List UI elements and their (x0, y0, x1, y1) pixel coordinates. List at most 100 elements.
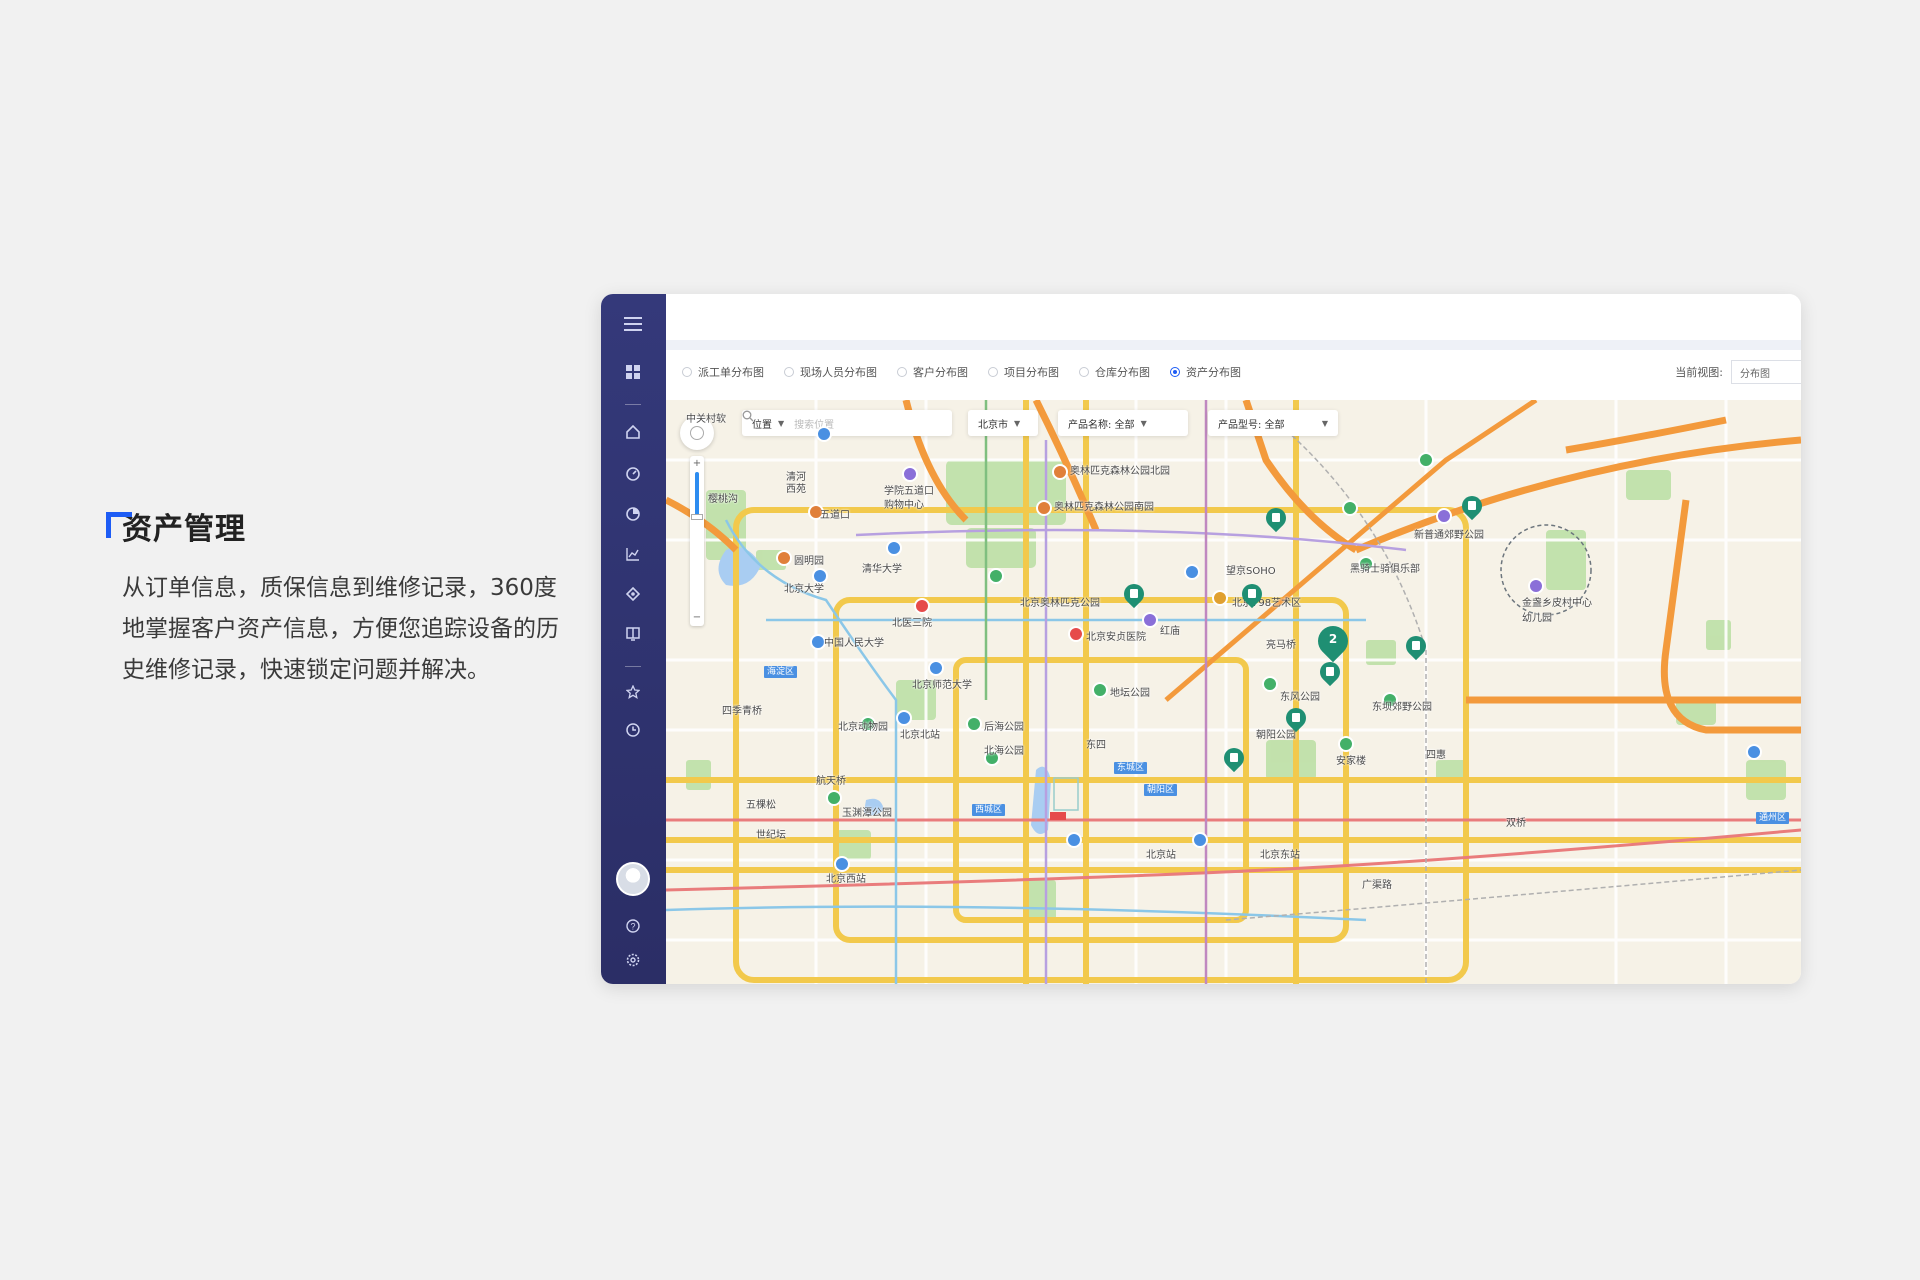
current-view-select[interactable]: 分布图 (1731, 360, 1801, 384)
metro-station-icon[interactable] (816, 426, 832, 442)
chevron-down-icon: ▼ (1321, 418, 1328, 428)
park-icon[interactable] (1342, 500, 1358, 516)
map-label: 圆明园 (794, 556, 824, 567)
map-label: 北京师范大学 (912, 680, 972, 691)
help-icon[interactable]: ? (619, 912, 647, 940)
location-search: 位置 ▼ 搜索位置 (742, 410, 952, 436)
map-view[interactable]: + − 位置 ▼ 搜索位置 北京市 ▼ 产品名称: 全部 ▼ 产品型号: 全部 … (666, 400, 1801, 984)
asset-pin[interactable] (1401, 631, 1431, 662)
radio-icon (988, 367, 998, 377)
park-icon[interactable] (826, 790, 842, 806)
map-zoom-control: + − (680, 416, 714, 626)
menu-icon[interactable] (619, 310, 647, 338)
location-search-input[interactable]: 搜索位置 (794, 416, 942, 431)
map-label: 北京安贞医院 (1086, 632, 1146, 643)
asset-pin[interactable] (1281, 703, 1311, 734)
asset-pin[interactable] (1219, 743, 1249, 774)
school-icon[interactable] (886, 540, 902, 556)
map-label: 航天桥 (816, 776, 846, 787)
zoom-in-icon[interactable]: + (690, 458, 704, 470)
park-icon[interactable] (1052, 464, 1068, 480)
book-icon[interactable] (619, 620, 647, 648)
map-label: 望京SOHO (1226, 566, 1276, 577)
park-icon[interactable] (1418, 452, 1434, 468)
tab-customer-map[interactable]: 客户分布图 (897, 364, 968, 380)
tab-staff-map[interactable]: 现场人员分布图 (784, 364, 877, 380)
product-model-select[interactable]: 产品型号: 全部 ▼ (1208, 410, 1338, 436)
map-canvas (666, 400, 1801, 984)
mall-icon[interactable] (1142, 612, 1158, 628)
avatar[interactable] (616, 862, 650, 896)
scenic-icon[interactable] (776, 550, 792, 566)
location-filter-label[interactable]: 位置 (752, 416, 772, 431)
park-icon[interactable] (1338, 736, 1354, 752)
zoom-out-icon[interactable]: − (690, 612, 704, 624)
product-model-value: 产品型号: 全部 (1218, 419, 1285, 431)
search-icon[interactable] (742, 410, 754, 422)
map-label: 清华大学 (862, 564, 902, 575)
asset-pin[interactable] (1119, 579, 1149, 610)
tab-label: 资产分布图 (1186, 366, 1241, 379)
asset-cluster[interactable]: 2 (1311, 619, 1355, 663)
asset-pin[interactable] (1237, 579, 1267, 610)
line-chart-icon[interactable] (619, 540, 647, 568)
feature-intro: 资产管理 从订单信息，质保信息到维修记录，360度地掌握客户资产信息，方便您追踪… (106, 508, 566, 691)
clock-icon[interactable] (619, 716, 647, 744)
zoom-handle[interactable] (691, 514, 703, 520)
metro-station-icon[interactable] (1184, 564, 1200, 580)
star-icon[interactable] (619, 678, 647, 706)
map-label: 北京西站 (826, 874, 866, 885)
map-label: 黑骑士骑俱乐部 (1350, 564, 1420, 575)
tab-dispatch-map[interactable]: 派工单分布图 (682, 364, 764, 380)
tab-project-map[interactable]: 项目分布图 (988, 364, 1059, 380)
hospital-icon[interactable] (1068, 626, 1084, 642)
apps-icon[interactable] (619, 358, 647, 386)
metro-station-icon[interactable] (1066, 832, 1082, 848)
product-name-select[interactable]: 产品名称: 全部 ▼ (1058, 410, 1188, 436)
asset-pin[interactable] (1457, 491, 1487, 522)
zoom-level-fill (695, 472, 699, 518)
map-label: 红庙 (1160, 626, 1180, 637)
settings-icon[interactable] (619, 946, 647, 974)
mall-icon[interactable] (1436, 508, 1452, 524)
radio-icon (682, 367, 692, 377)
pie-chart-icon[interactable] (619, 500, 647, 528)
map-label: 购物中心 (884, 500, 924, 511)
hospital-icon[interactable] (914, 598, 930, 614)
metro-station-icon[interactable] (896, 710, 912, 726)
map-label: 北京北站 (900, 730, 940, 741)
art-district-icon[interactable] (1212, 590, 1228, 606)
map-label: 清河 (786, 472, 806, 483)
title-corner-mark (106, 512, 132, 538)
radio-selected-icon (1170, 367, 1180, 377)
park-icon[interactable] (1262, 676, 1278, 692)
map-label: 北医三院 (892, 618, 932, 629)
map-label: 北京站 (1146, 850, 1176, 861)
zoom-slider[interactable]: + − (690, 456, 704, 626)
mall-icon[interactable] (902, 466, 918, 482)
asset-pin[interactable] (1315, 657, 1345, 688)
park-icon[interactable] (1036, 500, 1052, 516)
location-icon[interactable] (619, 580, 647, 608)
chevron-down-icon: ▼ (1140, 418, 1147, 428)
school-icon[interactable] (928, 660, 944, 676)
school-icon[interactable] (1528, 578, 1544, 594)
map-label: 中关村软 (686, 414, 726, 425)
map-label: 北京奥林匹克公园 (1020, 598, 1100, 609)
park-icon[interactable] (966, 716, 982, 732)
tab-label: 派工单分布图 (698, 366, 764, 379)
tab-warehouse-map[interactable]: 仓库分布图 (1079, 364, 1150, 380)
dashboard-icon[interactable] (619, 460, 647, 488)
map-label: 新普通郊野公园 (1414, 530, 1484, 541)
map-label: 广渠路 (1362, 880, 1392, 891)
asset-pin[interactable] (1261, 503, 1291, 534)
park-icon[interactable] (1092, 682, 1108, 698)
tab-asset-map[interactable]: 资产分布图 (1170, 364, 1241, 380)
park-icon[interactable] (988, 568, 1004, 584)
home-icon[interactable] (619, 418, 647, 446)
metro-station-icon[interactable] (1192, 832, 1208, 848)
city-select[interactable]: 北京市 ▼ (968, 410, 1038, 436)
map-label: 安家楼 (1336, 756, 1366, 767)
metro-station-icon[interactable] (1746, 744, 1762, 760)
radio-icon (1079, 367, 1089, 377)
